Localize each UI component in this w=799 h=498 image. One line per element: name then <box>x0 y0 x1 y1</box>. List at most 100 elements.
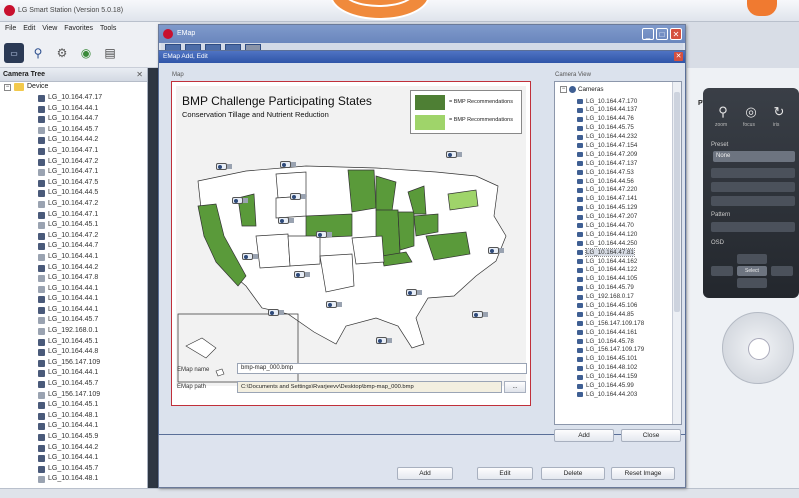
camera-tree-item[interactable]: LG_10.164.44.7 <box>0 114 146 125</box>
osd-up-button[interactable] <box>737 254 767 264</box>
camera-view-item[interactable]: LG_10.164.44.137 <box>555 106 673 115</box>
menu-edit[interactable]: Edit <box>23 25 35 32</box>
camera-view-item[interactable]: LG_156.147.109.178 <box>555 319 673 328</box>
camera-tree-item[interactable]: LG_10.164.47.1 <box>0 167 146 178</box>
camera-view-item[interactable]: LG_10.164.47.141 <box>555 195 673 204</box>
osd-down-button[interactable] <box>737 278 767 288</box>
emap-path-input[interactable]: C:\Documents and Settings\Rvarjeevv\Desk… <box>237 381 502 393</box>
camera-view-item[interactable]: LG_10.164.47.170 <box>555 97 673 106</box>
map-camera-icon[interactable] <box>294 270 310 279</box>
ptz-direction-wheel[interactable] <box>722 312 794 384</box>
camera-view-item[interactable]: LG_10.164.44.85 <box>555 310 673 319</box>
camera-tree-item[interactable]: LG_10.164.47.8 <box>0 273 146 284</box>
osd-left-button[interactable] <box>711 266 733 276</box>
close-icon[interactable]: ✕ <box>674 52 683 61</box>
camera-tree-item[interactable]: LG_10.164.44.2 <box>0 443 146 454</box>
preset-slot-3[interactable] <box>711 196 795 206</box>
camera-tree-item[interactable]: LG_10.164.47.2 <box>0 199 146 210</box>
camera-view-item[interactable]: LG_10.164.47.53 <box>555 168 673 177</box>
print-icon[interactable]: ▤ <box>100 43 120 63</box>
camera-tree-item[interactable]: LG_10.164.44.2 <box>0 263 146 274</box>
map-camera-icon[interactable] <box>278 216 294 225</box>
camera-view-item[interactable]: LG_10.164.47.81 <box>555 247 673 257</box>
live-view-icon[interactable]: ▭ <box>4 43 24 63</box>
minimize-icon[interactable]: _ <box>642 28 654 40</box>
preset-slot-1[interactable] <box>711 168 795 178</box>
camera-add-button[interactable]: Add <box>554 429 614 442</box>
camera-tree-item[interactable]: LG_10.164.45.9 <box>0 432 146 443</box>
map-camera-icon[interactable] <box>488 246 504 255</box>
ptz-home-icon[interactable] <box>748 338 770 360</box>
emap-edit-button[interactable]: Edit <box>477 467 533 480</box>
camera-tree-item[interactable]: LG_10.164.48.1 <box>0 411 146 422</box>
camera-view-item[interactable]: LG_10.164.47.209 <box>555 150 673 159</box>
camera-view-item[interactable]: LG_10.164.45.129 <box>555 204 673 213</box>
camera-tree-item[interactable]: LG_192.168.0.1 <box>0 326 146 337</box>
map-camera-icon[interactable] <box>326 300 342 309</box>
focus-icon[interactable]: ◎ <box>743 104 759 120</box>
camera-view-item[interactable]: LG_10.164.47.207 <box>555 213 673 222</box>
map-camera-icon[interactable] <box>290 192 306 201</box>
camera-view-item[interactable]: LG_10.164.44.232 <box>555 133 673 142</box>
preset-select[interactable]: None <box>713 151 795 162</box>
camera-tree-item[interactable]: LG_10.164.45.7 <box>0 315 146 326</box>
emap-reset-image-button[interactable]: Reset Image <box>611 467 675 480</box>
menu-tools[interactable]: Tools <box>100 25 116 32</box>
camera-view-item[interactable]: LG_10.164.44.250 <box>555 239 673 248</box>
dialog-close-button[interactable]: Close <box>621 429 681 442</box>
osd-right-button[interactable] <box>771 266 793 276</box>
camera-view-item[interactable]: LG_10.164.44.203 <box>555 390 673 399</box>
preset-slot-2[interactable] <box>711 182 795 192</box>
emap-add-button[interactable]: Add <box>397 467 453 480</box>
menu-file[interactable]: File <box>5 25 16 32</box>
gear-icon[interactable]: ⚙ <box>52 43 72 63</box>
close-icon[interactable]: ✕ <box>670 28 682 40</box>
camera-tree-item[interactable]: LG_10.164.47.17 <box>0 93 146 104</box>
menu-favorites[interactable]: Favorites <box>64 25 93 32</box>
map-camera-icon[interactable] <box>268 308 284 317</box>
camera-tree-item[interactable]: LG_10.164.44.7 <box>0 241 146 252</box>
camera-tree-item[interactable]: LG_10.164.44.1 <box>0 368 146 379</box>
camera-tree-item[interactable]: LG_156.147.109 <box>0 390 146 401</box>
menu-view[interactable]: View <box>42 25 57 32</box>
camera-tree-item[interactable]: LG_10.164.44.1 <box>0 252 146 263</box>
map-camera-icon[interactable] <box>446 150 462 159</box>
camera-tree-item[interactable]: LG_10.164.44.1 <box>0 104 146 115</box>
camera-tree-item[interactable]: LG_10.164.48.1 <box>0 474 146 485</box>
map-camera-icon[interactable] <box>316 230 332 239</box>
collapse-icon[interactable]: − <box>4 84 11 91</box>
camera-view-item[interactable]: LG_10.164.47.137 <box>555 159 673 168</box>
close-icon[interactable]: ✕ <box>136 70 143 79</box>
camera-tree-item[interactable]: LG_10.164.45.7 <box>0 125 146 136</box>
map-camera-icon[interactable] <box>472 310 488 319</box>
camera-view-item[interactable]: LG_192.168.0.17 <box>555 293 673 302</box>
iris-icon[interactable]: ↻ <box>771 104 787 120</box>
camera-view-item[interactable]: LG_10.164.44.161 <box>555 328 673 337</box>
camera-view-item[interactable]: LG_10.164.45.79 <box>555 284 673 293</box>
emap-name-input[interactable]: bmp-map_000.bmp <box>237 363 527 374</box>
network-icon[interactable]: ◉ <box>76 43 96 63</box>
camera-view-root[interactable]: − Cameras <box>560 86 604 96</box>
camera-view-item[interactable]: LG_10.164.44.120 <box>555 230 673 239</box>
map-camera-icon[interactable] <box>216 162 232 171</box>
camera-tree-item[interactable]: LG_156.147.109 <box>0 358 146 369</box>
camera-tree-item[interactable]: LG_10.164.44.2 <box>0 135 146 146</box>
map-camera-icon[interactable] <box>242 252 258 261</box>
camera-view-item[interactable]: LG_10.164.44.122 <box>555 266 673 275</box>
scrollbar-thumb[interactable] <box>674 92 680 312</box>
camera-tree-item[interactable]: LG_10.164.44.5 <box>0 188 146 199</box>
camera-view-item[interactable]: LG_10.164.44.105 <box>555 275 673 284</box>
camera-tree-item[interactable]: LG_10.164.45.1 <box>0 220 146 231</box>
browse-button[interactable]: ... <box>504 381 526 393</box>
emap-delete-button[interactable]: Delete <box>541 467 605 480</box>
pattern-slot[interactable] <box>711 222 795 232</box>
camera-view-item[interactable]: LG_10.164.45.106 <box>555 301 673 310</box>
camera-tree-item[interactable]: LG_10.164.47.2 <box>0 231 146 242</box>
camera-view-item[interactable]: LG_10.164.48.102 <box>555 364 673 373</box>
map-camera-icon[interactable] <box>376 336 392 345</box>
camera-view-item[interactable]: LG_156.147.109.179 <box>555 346 673 355</box>
map-camera-icon[interactable] <box>406 288 422 297</box>
camera-view-scrollbar[interactable] <box>672 82 681 424</box>
osd-select-button[interactable]: Select <box>737 266 767 276</box>
camera-tree-item[interactable]: LG_10.164.44.1 <box>0 305 146 316</box>
